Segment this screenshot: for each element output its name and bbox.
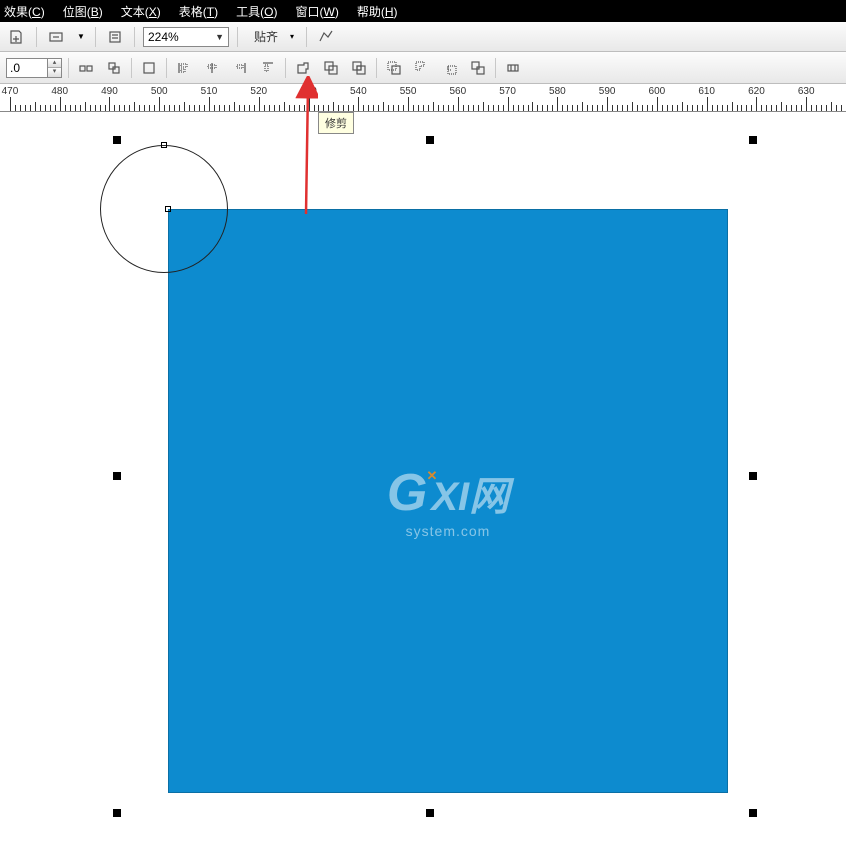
separator (36, 27, 37, 47)
import-icon (9, 29, 25, 45)
boundary-icon (470, 60, 486, 76)
separator (131, 58, 132, 78)
menu-help[interactable]: 帮助(H) (357, 3, 398, 20)
dropdown-arrow[interactable]: ▼ (75, 26, 87, 48)
watermark: G XI网 system.com (387, 463, 509, 539)
align-top-icon (260, 60, 276, 76)
align-center-icon (204, 60, 220, 76)
import-button[interactable] (6, 26, 28, 48)
publish-icon (107, 29, 123, 45)
align-center-button[interactable] (201, 57, 223, 79)
selection-handle-w[interactable] (113, 472, 121, 480)
weld-button[interactable] (292, 57, 314, 79)
horizontal-ruler: 4704804905005105205305405505605705805906… (0, 84, 846, 112)
zoom-value: 224% (148, 30, 179, 44)
weld-icon (295, 60, 311, 76)
snap-dropdown[interactable]: ▾ (286, 26, 298, 48)
options-icon (318, 29, 334, 45)
spinner[interactable]: ▴▾ (48, 58, 62, 78)
tooltip: 修剪 (318, 112, 354, 134)
selection-center: ✕ (427, 468, 438, 484)
selection-handle-sw[interactable] (113, 809, 121, 817)
canvas[interactable]: G XI网 system.com ✕ 修剪 (0, 112, 846, 867)
node-handle[interactable] (161, 142, 167, 148)
export-icon (48, 29, 64, 45)
front-minus-back-icon (414, 60, 430, 76)
separator (134, 27, 135, 47)
boundary-button[interactable] (467, 57, 489, 79)
selection-handle-s[interactable] (426, 809, 434, 817)
menu-bitmap[interactable]: 位图(B) (63, 3, 103, 20)
toolbar-shape: .0 ▴▾ (0, 52, 846, 84)
options-button[interactable] (315, 26, 337, 48)
selection-handle-nw[interactable] (113, 136, 121, 144)
separator (306, 27, 307, 47)
selection-handle-ne[interactable] (749, 136, 757, 144)
front-minus-back-button[interactable] (411, 57, 433, 79)
menu-window[interactable]: 窗口(W) (295, 3, 338, 20)
selection-handle-se[interactable] (749, 809, 757, 817)
intersect-icon (351, 60, 367, 76)
menu-effects[interactable]: 效果(C) (4, 3, 45, 20)
zoom-combo[interactable]: 224% ▼ (143, 27, 229, 47)
create-boundary-icon (505, 60, 521, 76)
selection-handle-n[interactable] (426, 136, 434, 144)
trim-icon (323, 60, 339, 76)
trim-button[interactable] (320, 57, 342, 79)
separator (166, 58, 167, 78)
circle-shape[interactable] (100, 145, 228, 273)
menu-table[interactable]: 表格(T) (179, 3, 218, 20)
ungroup-button[interactable] (75, 57, 97, 79)
export-button[interactable] (45, 26, 67, 48)
group-icon (106, 60, 122, 76)
simplify-button[interactable] (383, 57, 405, 79)
combine-icon (141, 60, 157, 76)
node-handle[interactable] (165, 206, 171, 212)
create-boundary-button[interactable] (502, 57, 524, 79)
separator (376, 58, 377, 78)
chevron-down-icon: ▼ (215, 32, 224, 42)
snap-label[interactable]: 贴齐 (254, 28, 278, 45)
align-right-button[interactable] (229, 57, 251, 79)
group-button[interactable] (103, 57, 125, 79)
simplify-icon (386, 60, 402, 76)
back-minus-front-button[interactable] (439, 57, 461, 79)
align-top-button[interactable] (257, 57, 279, 79)
align-right-icon (232, 60, 248, 76)
publish-button[interactable] (104, 26, 126, 48)
align-left-icon (176, 60, 192, 76)
selection-handle-e[interactable] (749, 472, 757, 480)
numeric-input[interactable]: .0 (6, 58, 48, 78)
align-left-button[interactable] (173, 57, 195, 79)
back-minus-front-icon (442, 60, 458, 76)
ungroup-icon (78, 60, 94, 76)
intersect-button[interactable] (348, 57, 370, 79)
rectangle-shape[interactable]: G XI网 system.com (168, 209, 728, 793)
menu-tools[interactable]: 工具(O) (236, 3, 277, 20)
separator (285, 58, 286, 78)
menu-text[interactable]: 文本(X) (121, 3, 161, 20)
separator (68, 58, 69, 78)
toolbar-main: ▼ 224% ▼ 贴齐 ▾ (0, 22, 846, 52)
separator (95, 27, 96, 47)
menubar: 效果(C) 位图(B) 文本(X) 表格(T) 工具(O) 窗口(W) 帮助(H… (0, 0, 846, 22)
separator (495, 58, 496, 78)
separator (237, 27, 238, 47)
combine-button[interactable] (138, 57, 160, 79)
